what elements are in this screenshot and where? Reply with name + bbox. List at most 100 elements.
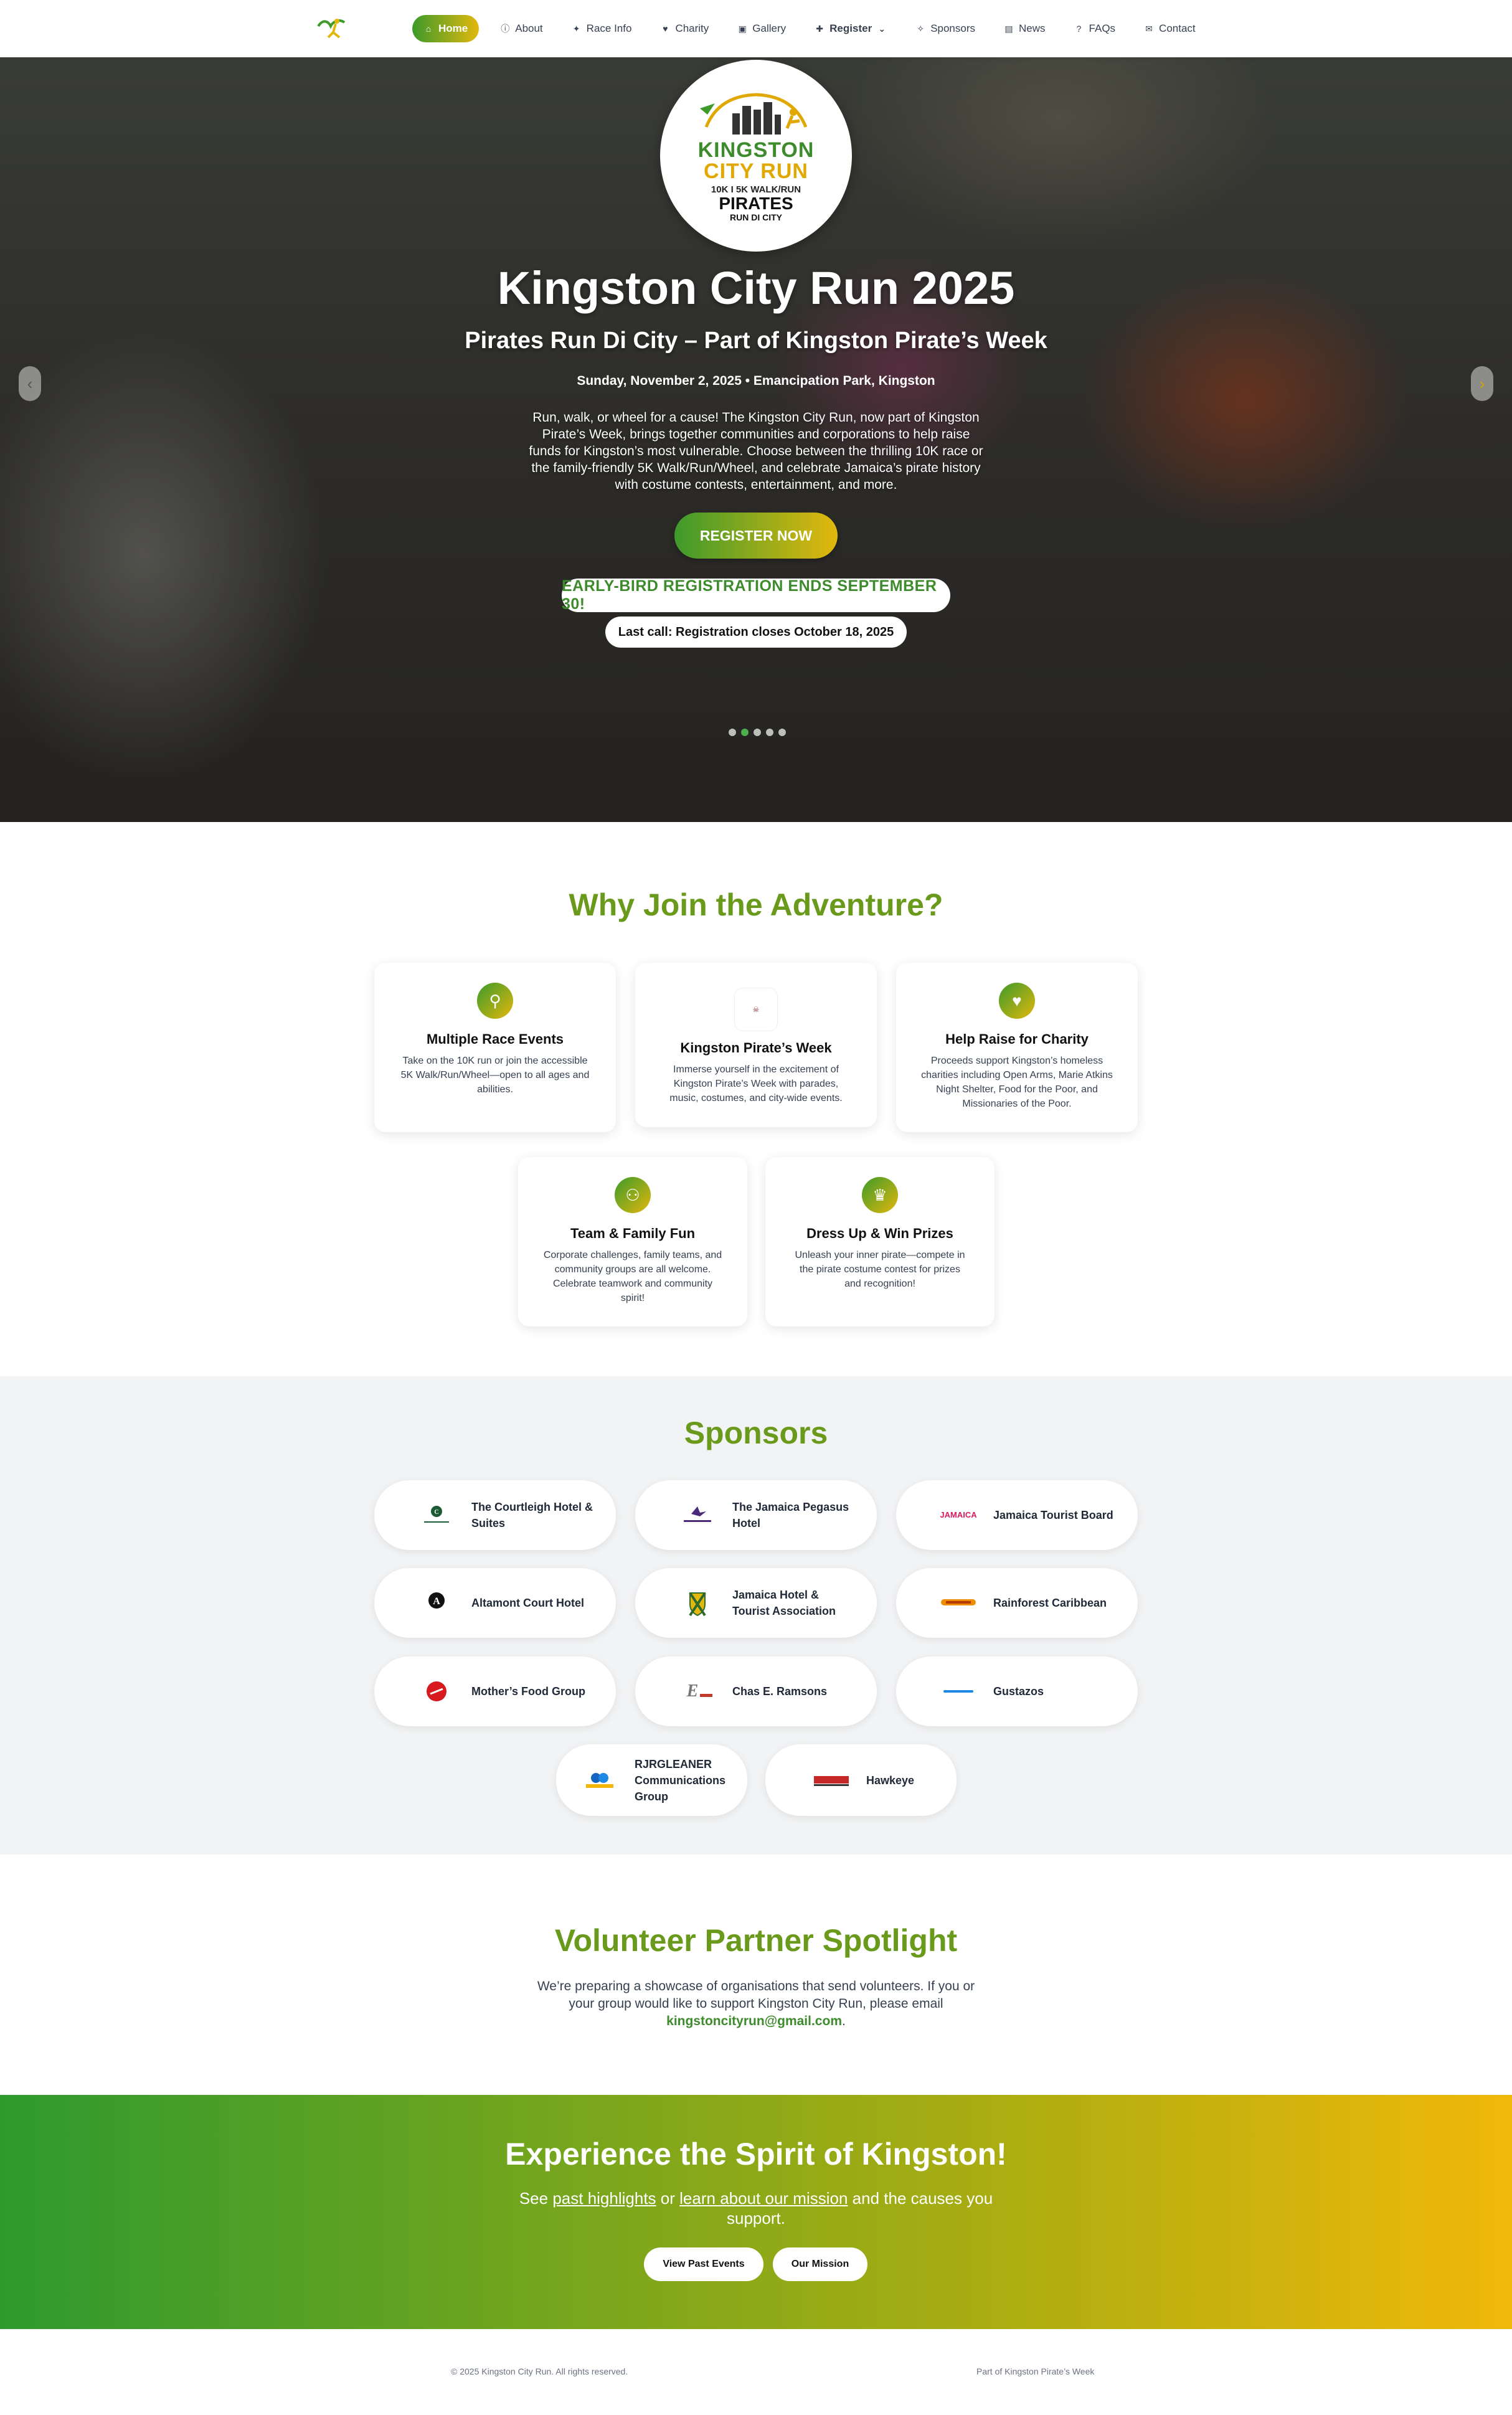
carousel-next-button[interactable]: ›: [1471, 366, 1493, 401]
view-past-events-button[interactable]: View Past Events: [644, 2247, 763, 2281]
sponsor-name: Rainforest Caribbean: [993, 1597, 1107, 1609]
badge-text-city-run: CITY RUN: [704, 159, 808, 183]
sponsor-rjrgleaner[interactable]: RJRGLEANER Communications Group: [556, 1744, 747, 1816]
carousel-indicators: [729, 729, 786, 736]
card-text: Immerse yourself in the excitement of Ki…: [669, 1064, 843, 1104]
sponsor-pegasus[interactable]: The Jamaica Pegasus Hotel: [635, 1480, 877, 1550]
nav-item-faqs[interactable]: ? FAQs: [1067, 15, 1123, 42]
gallery-icon: ▣: [738, 23, 747, 34]
nav-item-news[interactable]: ▤ News: [996, 15, 1053, 42]
sponsor-chas-ramsons[interactable]: E Chas E. Ramsons: [635, 1656, 877, 1726]
sponsor-name: Hawkeye: [866, 1774, 915, 1787]
sponsor-mothers[interactable]: Mother’s Food Group: [374, 1656, 616, 1726]
gustazos-logo-icon: [940, 1676, 977, 1706]
nav-item-charity[interactable]: ♥ Charity: [653, 15, 716, 42]
svg-text:E: E: [686, 1681, 699, 1701]
nav-item-race-info[interactable]: ✦ Race Info: [564, 15, 640, 42]
mothers-logo-icon: [418, 1676, 455, 1706]
chevron-right-icon: ›: [1479, 374, 1485, 393]
carousel-dot-3[interactable]: [754, 729, 761, 736]
sponsor-altamont[interactable]: A Altamont Court Hotel: [374, 1568, 616, 1638]
heart-icon: ♥: [999, 983, 1035, 1019]
svg-text:C: C: [434, 1509, 438, 1516]
question-icon: ?: [1076, 24, 1082, 34]
card-text: Proceeds support Kingston’s homeless cha…: [921, 1056, 1113, 1109]
register-now-button[interactable]: REGISTER NOW: [674, 513, 838, 559]
nav-item-register[interactable]: ✚ Register ⌄: [807, 15, 894, 42]
carousel-dot-5[interactable]: [778, 729, 786, 736]
chevron-down-icon: ⌄: [878, 23, 886, 34]
card-text: Corporate challenges, family teams, and …: [543, 1250, 722, 1303]
carousel-dot-1[interactable]: [729, 729, 736, 736]
badge-text-pirates: PIRATES: [719, 193, 793, 213]
sponsor-name: Altamont Court Hotel: [471, 1597, 584, 1609]
card-title: Dress Up & Win Prizes: [806, 1226, 953, 1241]
card-text: Unleash your inner pirate—compete in the…: [795, 1250, 965, 1289]
feature-card-pirates-week: ☠ Kingston Pirate’s Week Immerse yoursel…: [635, 963, 877, 1127]
info-icon: ⓘ: [501, 24, 510, 34]
svg-text:JAMAICA: JAMAICA: [940, 1510, 977, 1519]
carousel-dot-2[interactable]: [741, 729, 749, 736]
card-title: Help Raise for Charity: [945, 1031, 1089, 1047]
courtleigh-logo-icon: C: [418, 1500, 455, 1530]
nav-item-contact[interactable]: ✉ Contact: [1136, 15, 1203, 42]
rjrgleaner-logo-icon: [581, 1765, 618, 1795]
nav-item-sponsors[interactable]: ✧ Sponsors: [908, 15, 983, 42]
card-title: Kingston Pirate’s Week: [680, 1040, 832, 1056]
learn-mission-link[interactable]: learn about our mission: [679, 2189, 848, 2208]
past-highlights-link[interactable]: past highlights: [552, 2189, 656, 2208]
sponsor-name: Jamaica Tourist Board: [993, 1509, 1113, 1521]
cta-band-title: Experience the Spirit of Kingston!: [505, 2137, 1007, 2172]
top-navbar: ⌂ Home ⓘ About ✦ Race Info ♥ Charity ▣ Galler…: [0, 0, 1512, 57]
group-icon: ⚇: [615, 1177, 651, 1213]
badge-text-kingston: KINGSTON: [697, 138, 815, 162]
hero-title: Kingston City Run 2025: [497, 262, 1015, 314]
nav-item-about[interactable]: ⓘ About: [493, 15, 550, 42]
card-title: Team & Family Fun: [570, 1226, 696, 1241]
city-skyline-logo-icon: [700, 92, 808, 135]
sponsor-name: RJRGLEANER Communications Group: [635, 1757, 726, 1803]
chas-ramsons-logo-icon: E: [679, 1676, 716, 1706]
site-logo[interactable]: [314, 12, 349, 44]
hand-heart-icon: ♥: [663, 24, 668, 34]
sponsor-gustazos[interactable]: Gustazos: [896, 1656, 1138, 1726]
volunteer-email-link[interactable]: kingstoncityrun@gmail.com: [666, 2014, 842, 2028]
hero-subtitle: Pirates Run Di City – Part of Kingston P…: [465, 328, 1047, 354]
sponsor-name: Gustazos: [993, 1685, 1044, 1698]
nav-menu: ⌂ Home ⓘ About ✦ Race Info ♥ Charity ▣ Galler…: [412, 15, 1203, 42]
hawkeye-logo-icon: [813, 1765, 850, 1795]
sponsor-name: The Jamaica Pegasus Hotel: [732, 1501, 849, 1529]
card-text: Take on the 10K run or join the accessib…: [400, 1056, 590, 1095]
feature-card-dress-up: ♛ Dress Up & Win Prizes Unleash your inn…: [765, 1157, 995, 1326]
badge-text-run-di-city: RUN DI CITY: [730, 212, 782, 222]
feature-card-charity: ♥ Help Raise for Charity Proceeds suppor…: [896, 963, 1138, 1132]
sponsor-courtleigh[interactable]: C The Courtleigh Hotel & Suites: [374, 1480, 616, 1550]
sponsor-name: Jamaica Hotel & Tourist Association: [732, 1589, 836, 1617]
home-icon: ⌂: [425, 24, 432, 34]
sponsor-jhta[interactable]: Jamaica Hotel & Tourist Association: [635, 1568, 877, 1638]
carousel-dot-4[interactable]: [766, 729, 773, 736]
hero-date: Sunday, November 2, 2025 • Emancipation …: [577, 374, 935, 388]
why-join-title: Why Join the Adventure?: [569, 887, 943, 922]
footer-pirates-week-note: Part of Kingston Pirate’s Week: [976, 2366, 1095, 2376]
svg-text:A: A: [433, 1596, 440, 1607]
sponsor-hawkeye[interactable]: Hawkeye: [765, 1744, 957, 1816]
jamaica-tourist-board-logo-icon: JAMAICA: [940, 1500, 977, 1530]
nav-item-gallery[interactable]: ▣ Gallery: [730, 15, 793, 42]
jhta-crest-icon: [679, 1588, 716, 1618]
sponsor-jamaica-tourist-board[interactable]: JAMAICA Jamaica Tourist Board: [896, 1480, 1138, 1550]
feature-card-race-events: ⚲ Multiple Race Events Take on the 10K r…: [374, 963, 616, 1132]
sponsor-name: Mother’s Food Group: [471, 1685, 585, 1698]
trophy-icon: ♛: [862, 1177, 898, 1213]
nav-item-home[interactable]: ⌂ Home: [412, 15, 480, 42]
sponsors-title: Sponsors: [684, 1415, 828, 1450]
sponsor-rainforest[interactable]: Rainforest Caribbean: [896, 1568, 1138, 1638]
volunteer-title: Volunteer Partner Spotlight: [554, 1923, 958, 1958]
rainforest-logo-icon: [940, 1588, 977, 1618]
newspaper-icon: ▤: [1004, 23, 1013, 34]
sponsor-name: Chas E. Ramsons: [732, 1685, 828, 1698]
our-mission-button[interactable]: Our Mission: [773, 2247, 867, 2281]
carousel-prev-button[interactable]: ‹: [19, 366, 41, 401]
feature-card-team-fun: ⚇ Team & Family Fun Corporate challenges…: [518, 1157, 747, 1326]
sponsor-name: The Courtleigh Hotel & Suites: [471, 1501, 593, 1529]
